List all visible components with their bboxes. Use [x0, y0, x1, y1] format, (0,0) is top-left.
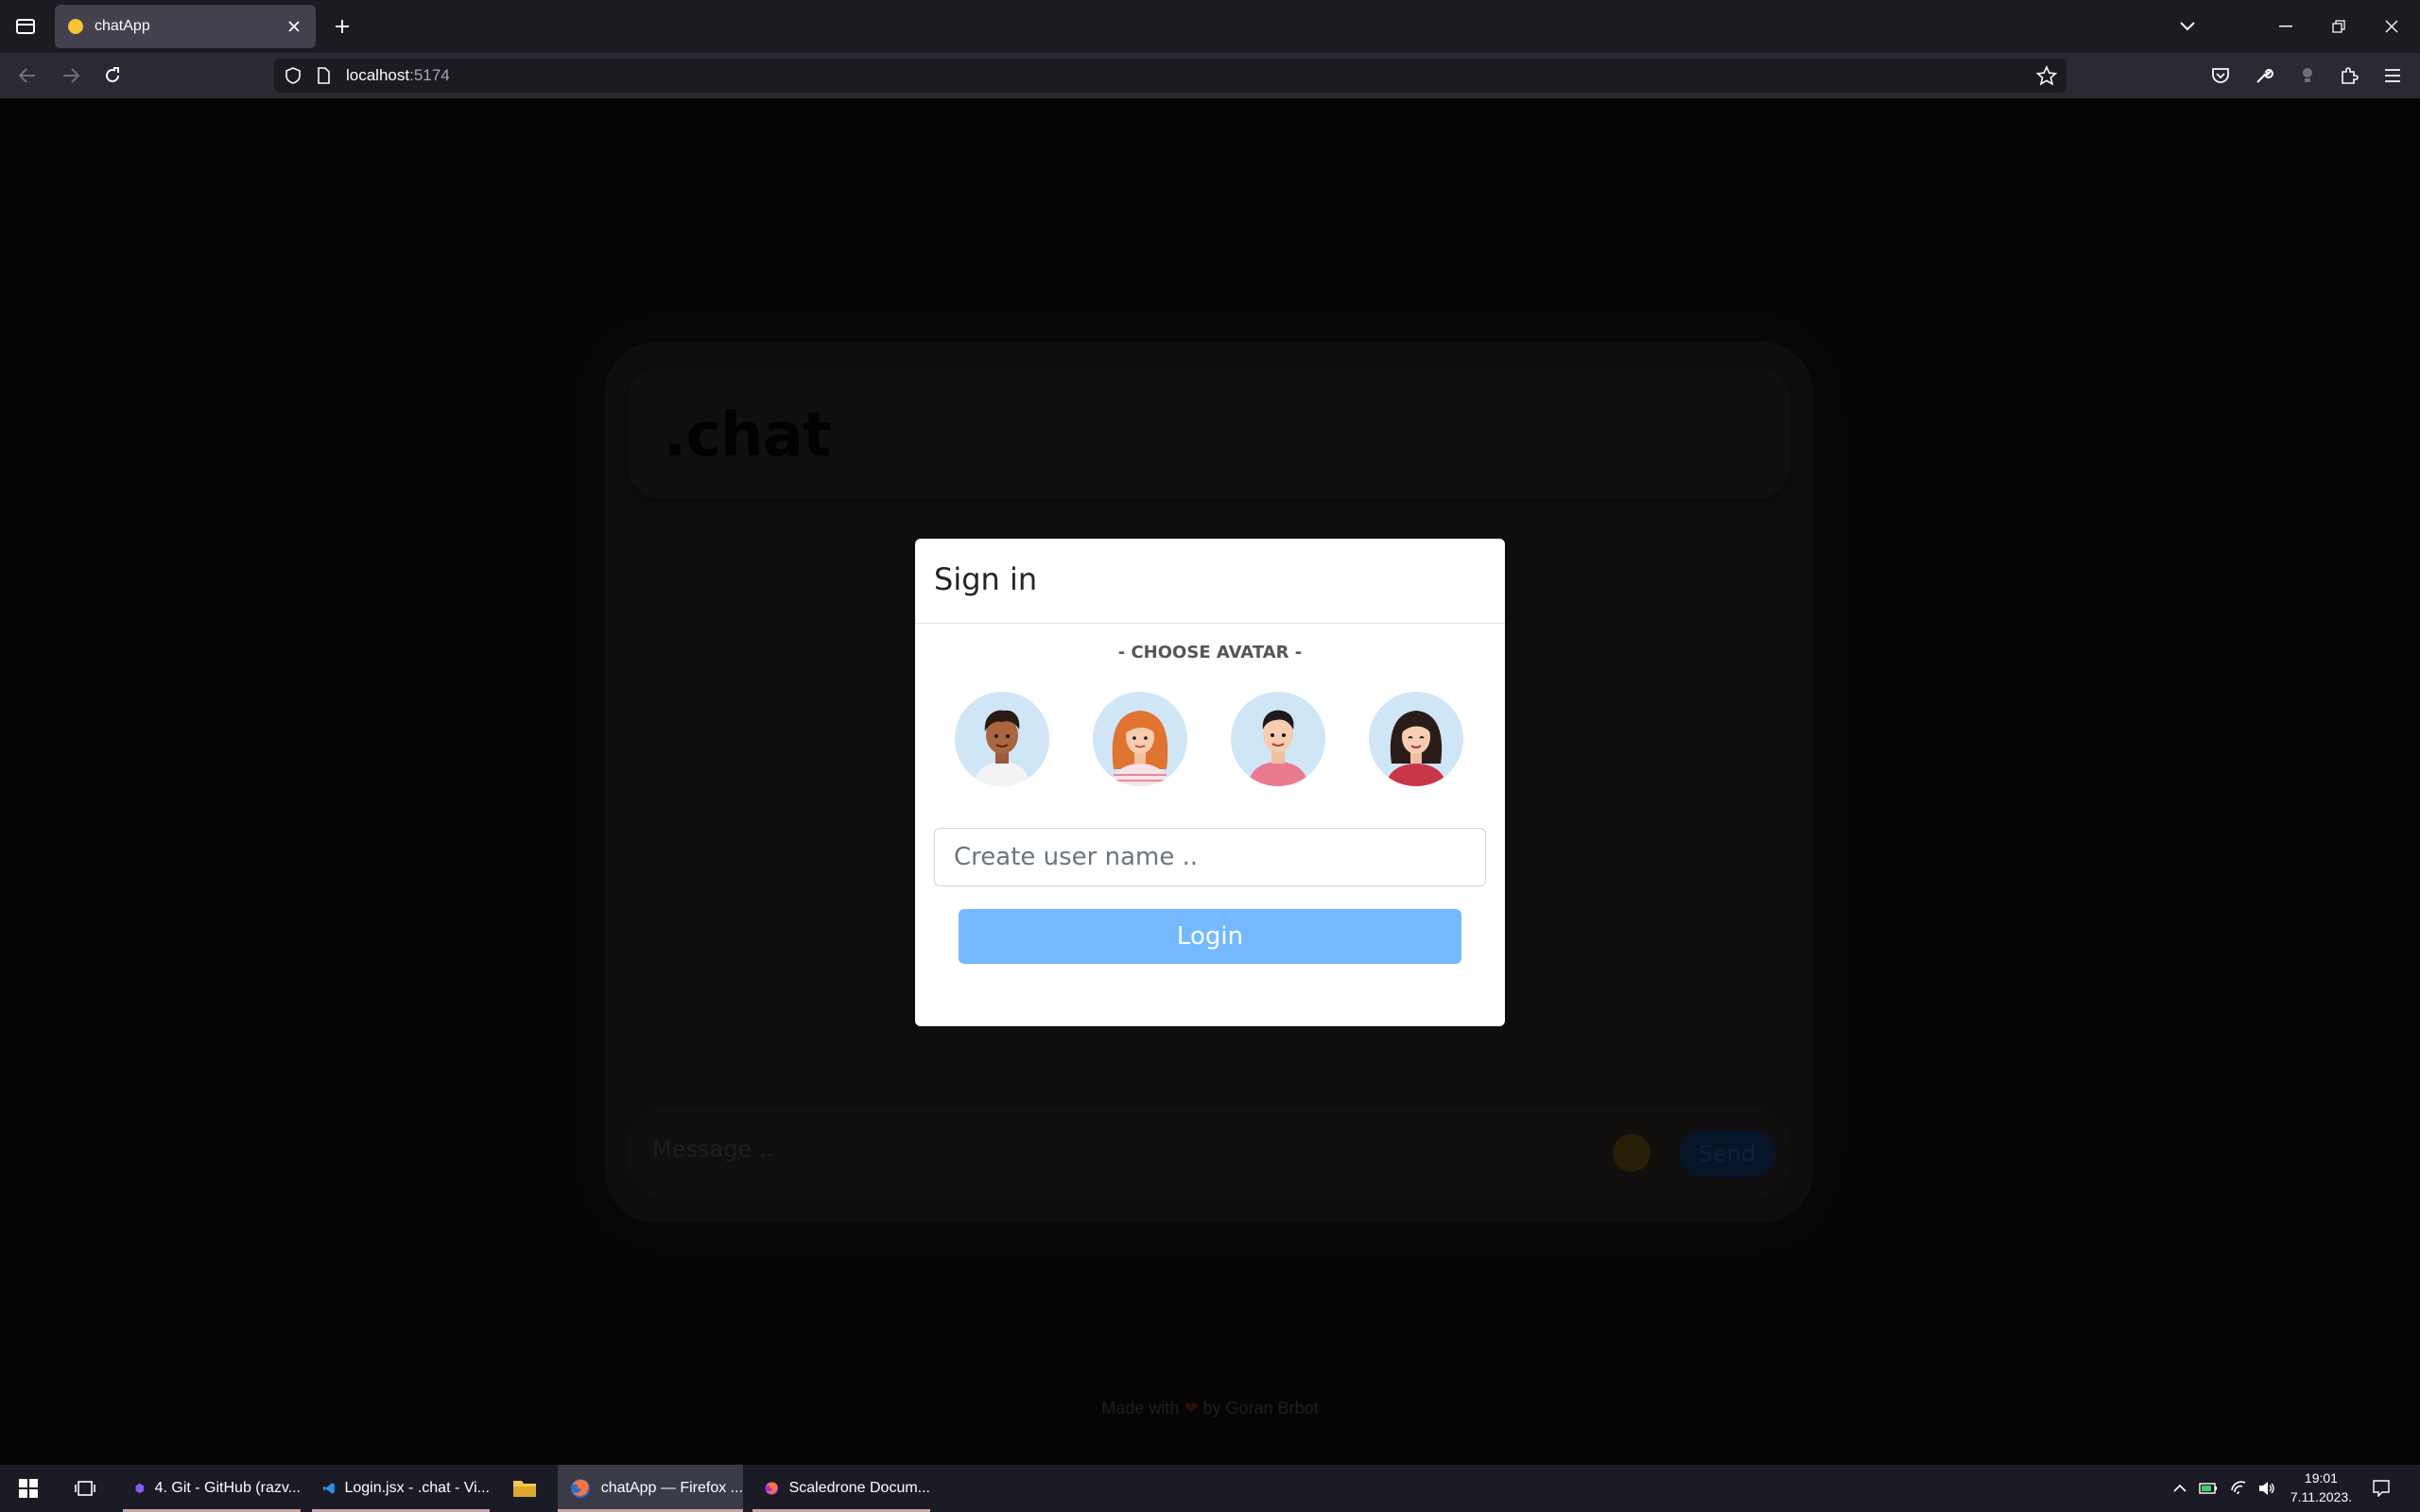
avatar-picker	[955, 692, 1465, 786]
github-desktop-icon	[135, 1483, 145, 1494]
clock-date: 7.11.2023.	[2290, 1489, 2352, 1504]
pocket-button[interactable]	[2204, 60, 2237, 91]
extension-button[interactable]	[2291, 60, 2324, 91]
choose-avatar-label: - CHOOSE AVATAR -	[1117, 643, 1303, 662]
pocket-icon	[2212, 68, 2229, 83]
plus-icon	[336, 20, 349, 33]
tab-chatapp[interactable]: chatApp	[55, 5, 316, 48]
notification-center-button[interactable]	[2367, 1465, 2395, 1512]
bulb-icon	[2303, 68, 2312, 82]
show-hidden-icons-button[interactable]	[2169, 1465, 2191, 1512]
taskbar-app-firefox-docs[interactable]: Scaledrone Docum...	[752, 1465, 930, 1512]
volume-tray[interactable]	[2254, 1465, 2280, 1512]
avatar-woman-dark-hair-icon	[1369, 692, 1463, 786]
network-tray[interactable]	[2225, 1465, 2252, 1512]
taskbar-app-explorer[interactable]	[501, 1465, 554, 1512]
windows-taskbar: 4. Git - GitHub (razv... Login.jsx - .ch…	[0, 1465, 2420, 1512]
tab-overflow-button[interactable]	[2169, 11, 2206, 42]
back-button[interactable]	[11, 60, 43, 91]
close-icon	[288, 21, 300, 32]
arrow-right-icon	[63, 68, 80, 83]
avatar-option-1[interactable]	[955, 692, 1049, 786]
minimize-button[interactable]	[2267, 11, 2305, 42]
avatar-man-curly-hair-icon	[955, 692, 1049, 786]
arrow-left-icon	[18, 68, 35, 83]
system-clock[interactable]: 19:01 7.11.2023.	[2290, 1469, 2352, 1506]
tab-close-button[interactable]	[284, 16, 304, 37]
reload-icon	[106, 67, 119, 82]
devtools-button[interactable]	[2248, 60, 2280, 91]
task-view-icon	[75, 1481, 95, 1496]
tab-list-button[interactable]	[9, 11, 42, 42]
navigation-bar: localhost:5174	[0, 53, 2420, 98]
taskbar-app-label: 4. Git - GitHub (razv...	[154, 1480, 301, 1496]
folder-icon	[513, 1481, 536, 1497]
taskbar-app-label: chatApp — Firefox ...	[600, 1480, 743, 1496]
firefox-icon	[765, 1482, 779, 1495]
vscode-icon	[323, 1483, 335, 1494]
start-button[interactable]	[11, 1465, 45, 1512]
firefox-icon	[570, 1479, 590, 1498]
task-view-button[interactable]	[66, 1465, 104, 1512]
restore-button[interactable]	[2320, 11, 2358, 42]
login-button[interactable]: Login	[959, 909, 1461, 964]
windows-logo-icon	[19, 1479, 38, 1498]
page-icon[interactable]	[314, 66, 333, 85]
sign-in-modal: Sign in - CHOOSE AVATAR - Create user na…	[915, 539, 1505, 1026]
address-bar[interactable]: localhost:5174	[274, 59, 2066, 93]
avatar-man-short-hair-icon	[1231, 692, 1325, 786]
tab-title: chatApp	[95, 18, 150, 34]
username-input[interactable]	[934, 828, 1486, 886]
window-close-button[interactable]	[2373, 11, 2411, 42]
taskbar-app-firefox[interactable]: chatApp — Firefox ...	[558, 1465, 743, 1512]
page-viewport: .chat Message .. Send Made with ❤ by Gor…	[0, 98, 2420, 1465]
avatar-option-3[interactable]	[1231, 692, 1325, 786]
speaker-icon	[2259, 1482, 2274, 1495]
taskbar-app-github[interactable]: 4. Git - GitHub (razv...	[123, 1465, 301, 1512]
avatar-option-2[interactable]	[1093, 692, 1187, 786]
taskbar-app-vscode[interactable]: Login.jsx - .chat - Vi...	[312, 1465, 490, 1512]
reload-button[interactable]	[96, 60, 129, 91]
url-port: :5174	[409, 66, 450, 84]
list-all-tabs-icon	[16, 19, 35, 34]
forward-button[interactable]	[55, 60, 87, 91]
puzzle-icon	[2342, 67, 2359, 84]
url-host: localhost	[346, 66, 410, 84]
modal-title: Sign in	[934, 561, 1038, 597]
chevron-up-icon	[2173, 1484, 2187, 1492]
chevron-down-icon	[2180, 22, 2195, 31]
notification-icon	[2373, 1480, 2390, 1497]
avatar-option-4[interactable]	[1369, 692, 1463, 786]
hamburger-menu-icon	[2385, 69, 2400, 82]
avatar-woman-orange-hair-icon	[1093, 692, 1187, 786]
tab-bar: chatApp	[0, 0, 2420, 53]
battery-tray[interactable]	[2195, 1465, 2221, 1512]
minimize-icon	[2279, 26, 2292, 27]
taskbar-app-label: Scaledrone Docum...	[788, 1480, 930, 1496]
clock-time: 19:01	[2304, 1470, 2338, 1486]
bookmark-star-icon[interactable]	[2036, 65, 2057, 86]
close-icon	[2385, 20, 2398, 33]
taskbar-app-label: Login.jsx - .chat - Vi...	[344, 1480, 490, 1496]
modal-header: Sign in	[915, 539, 1505, 624]
extensions-button[interactable]	[2333, 60, 2365, 91]
app-menu-button[interactable]	[2377, 60, 2409, 91]
favicon-icon	[68, 19, 83, 34]
wifi-icon	[2231, 1481, 2246, 1495]
new-tab-button[interactable]	[327, 11, 357, 42]
wrench-icon	[2256, 68, 2273, 83]
battery-icon	[2199, 1483, 2217, 1494]
shield-icon[interactable]	[284, 66, 302, 85]
url-text[interactable]: localhost:5174	[346, 66, 450, 85]
restore-icon	[2332, 20, 2345, 33]
